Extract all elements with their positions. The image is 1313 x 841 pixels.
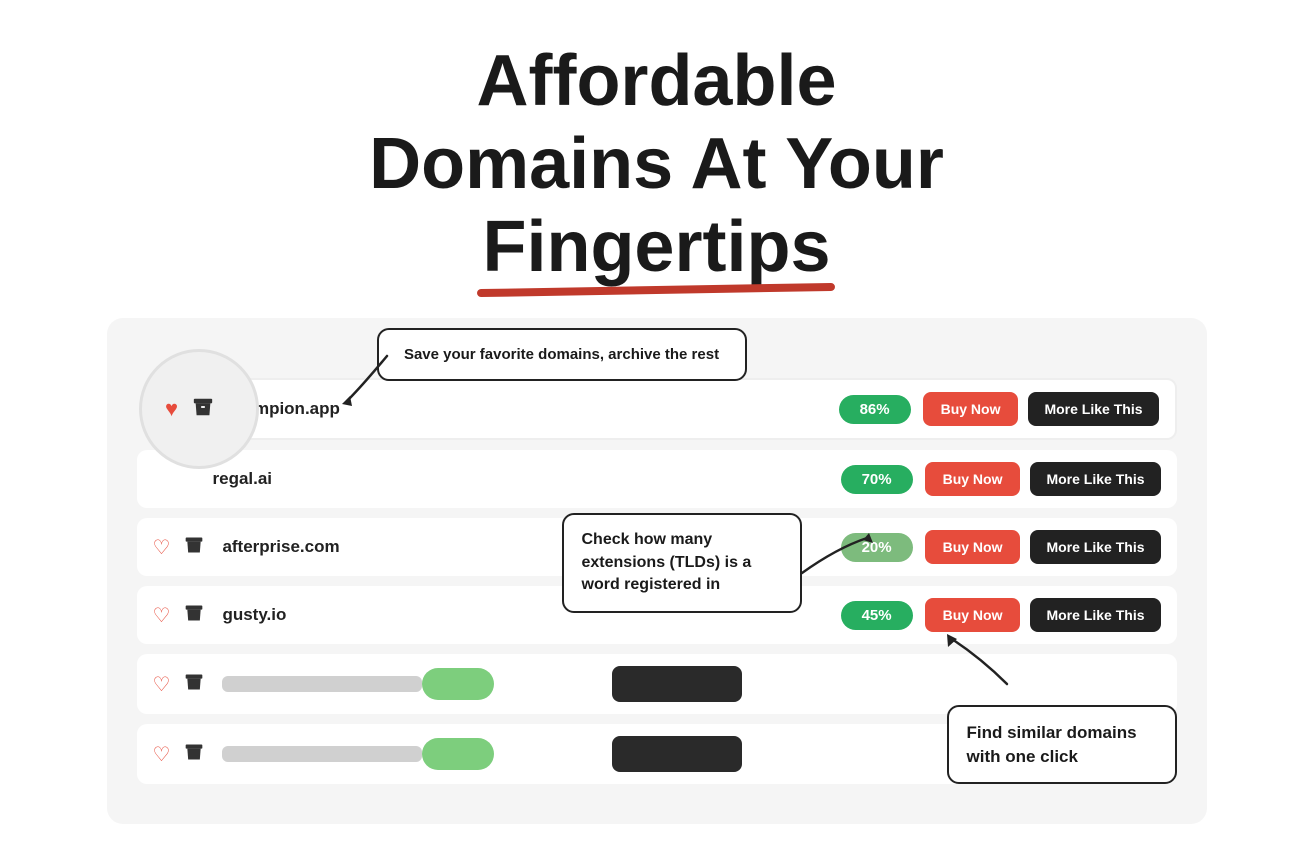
heart-outline-icon[interactable]: ♡ <box>153 672 171 697</box>
more-like-this-button[interactable]: More Like This <box>1028 392 1158 426</box>
ui-demo-container: Save your favorite domains, archive the … <box>107 318 1207 824</box>
buy-now-button[interactable]: Buy Now <box>923 392 1019 426</box>
row-icons-highlighted: ♥ <box>165 396 232 423</box>
arrow-tld <box>797 528 877 583</box>
domain-name-placeholder <box>222 746 422 762</box>
title-line3: Fingertips <box>482 206 830 289</box>
more-like-this-button[interactable]: More Like This <box>1030 598 1160 632</box>
archive-icon[interactable] <box>184 672 204 697</box>
archive-icon[interactable] <box>184 535 204 560</box>
score-placeholder <box>422 738 494 770</box>
score-badge: 86% <box>839 395 911 424</box>
domain-row: regal.ai 70% Buy Now More Like This <box>137 450 1177 508</box>
hero-section: Affordable Domains At Your Fingertips <box>0 0 1313 318</box>
score-badge: 70% <box>841 465 913 494</box>
archive-icon[interactable] <box>192 396 214 423</box>
more-like-this-placeholder <box>612 736 742 772</box>
heart-outline-icon[interactable]: ♡ <box>153 535 171 560</box>
more-like-this-placeholder <box>612 666 742 702</box>
arrow-similar <box>932 629 1012 694</box>
circle-highlight: ♥ <box>139 349 259 469</box>
archive-icon[interactable] <box>184 603 204 628</box>
tooltip-tld: Check how many extensions (TLDs) is a wo… <box>562 513 802 612</box>
buy-now-button[interactable]: Buy Now <box>925 598 1021 632</box>
title-line2: Domains At Your <box>369 124 944 204</box>
more-like-this-button[interactable]: More Like This <box>1030 530 1160 564</box>
more-like-this-button[interactable]: More Like This <box>1030 462 1160 496</box>
heart-outline-icon[interactable]: ♡ <box>153 742 171 767</box>
hero-title: Affordable Domains At Your Fingertips <box>0 40 1313 288</box>
score-placeholder <box>422 668 494 700</box>
buy-now-button[interactable]: Buy Now <box>925 530 1021 564</box>
domain-name: regal.ai <box>213 469 841 489</box>
archive-icon[interactable] <box>184 742 204 767</box>
title-line1: Affordable <box>477 41 837 121</box>
tooltip-save-favorites: Save your favorite domains, archive the … <box>377 328 747 381</box>
tooltip-similar: Find similar domains with one click <box>947 705 1177 785</box>
heart-filled-icon[interactable]: ♥ <box>165 396 178 422</box>
score-badge: 45% <box>841 601 913 630</box>
buy-now-button[interactable]: Buy Now <box>925 462 1021 496</box>
arrow-save-favorites <box>332 346 392 411</box>
heart-outline-icon[interactable]: ♡ <box>153 603 171 628</box>
domain-name-placeholder <box>222 676 422 692</box>
